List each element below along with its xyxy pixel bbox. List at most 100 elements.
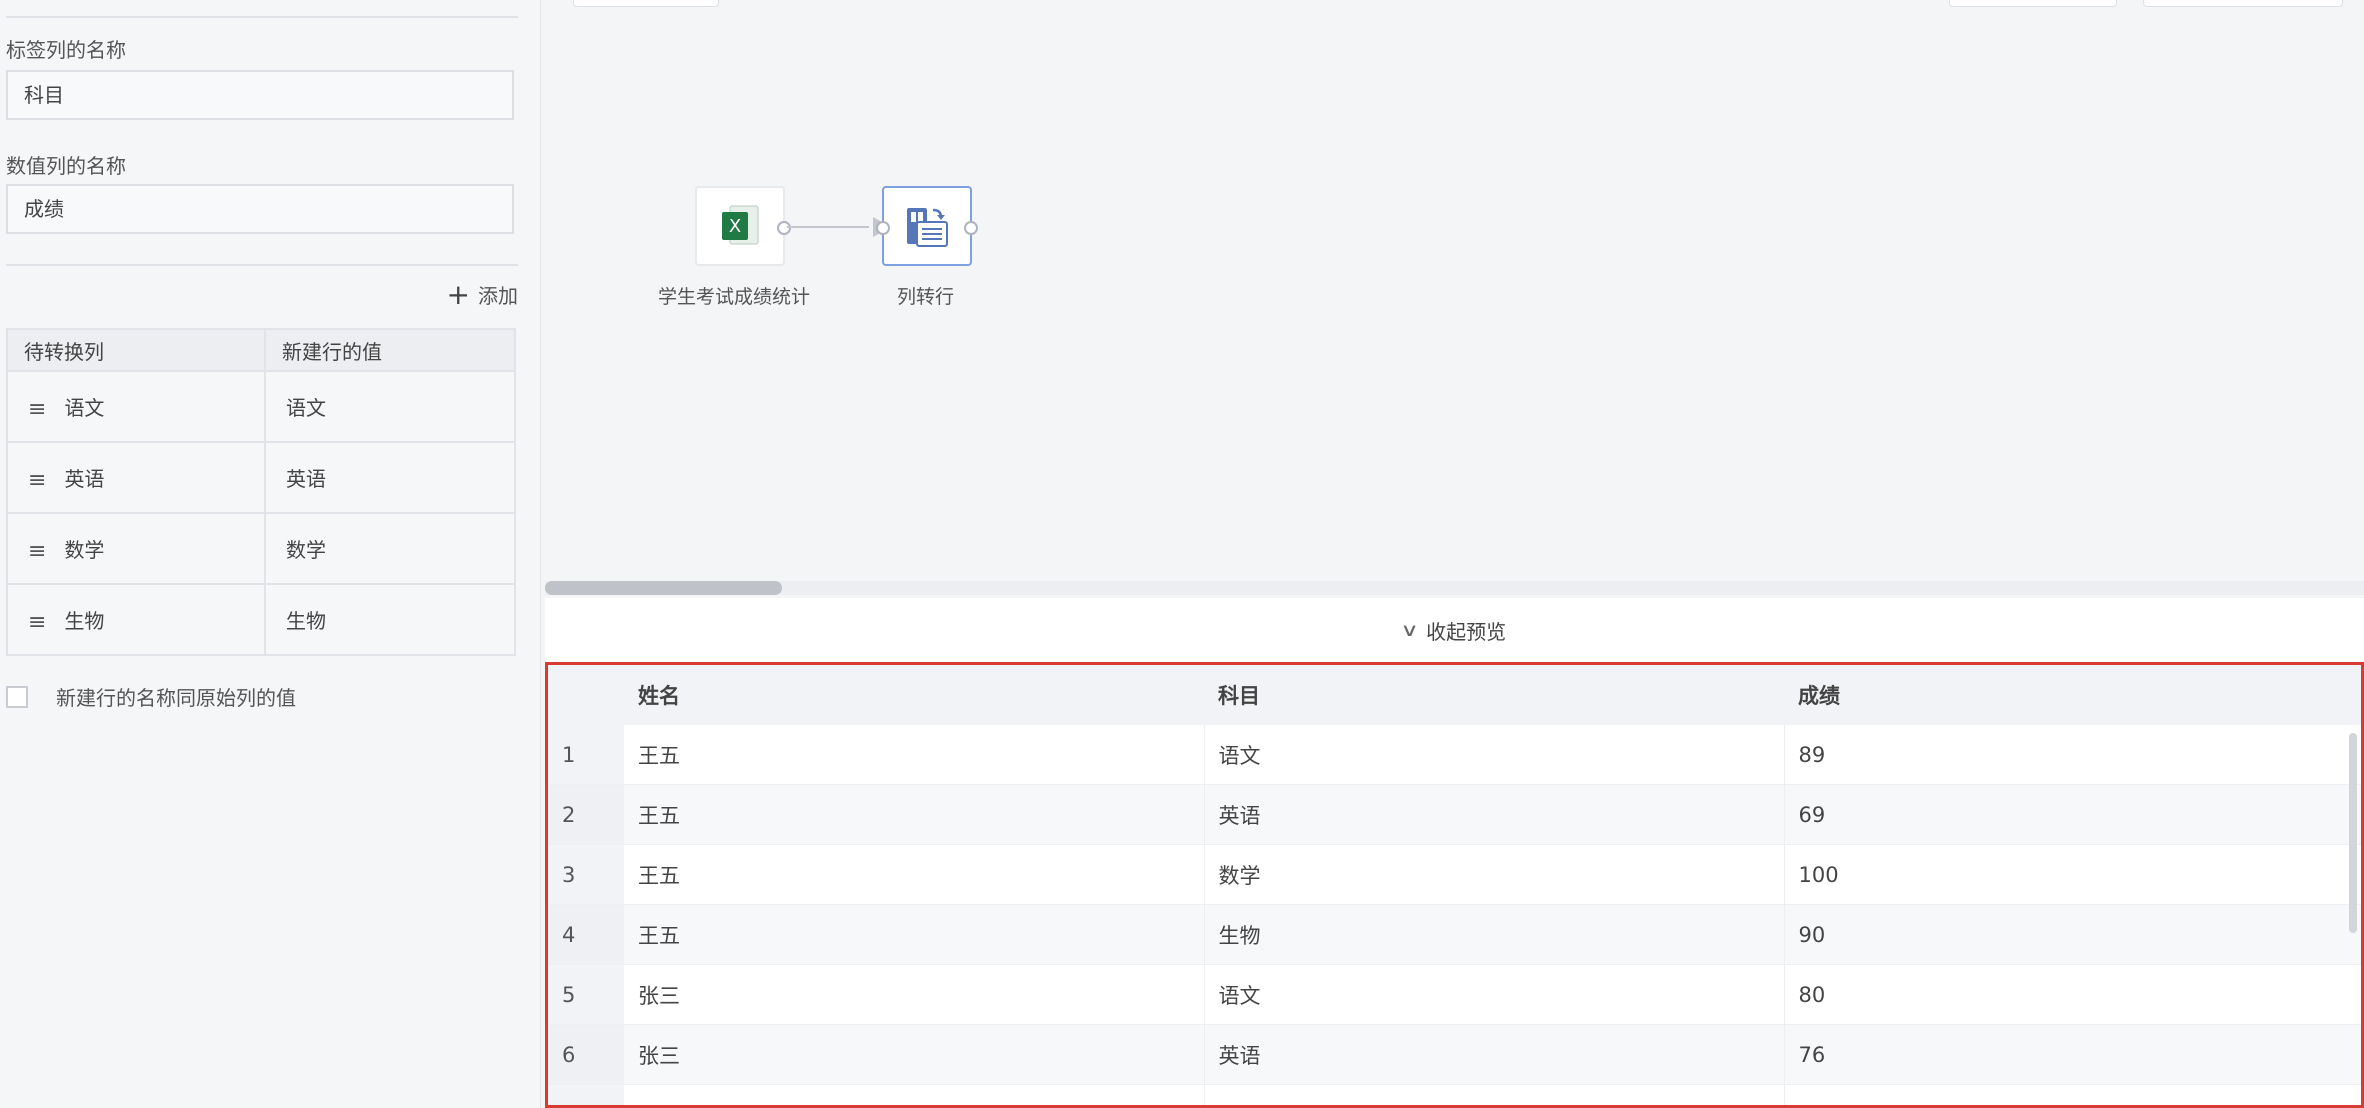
output-port[interactable]	[777, 221, 791, 235]
row-number: 3	[548, 844, 624, 905]
mapping-value-cell[interactable]: 生物	[264, 583, 516, 656]
row-number: 1	[548, 725, 624, 785]
mapping-column-cell[interactable]: ≡ 语文	[6, 370, 266, 443]
row-number-header	[548, 665, 624, 725]
output-port[interactable]	[964, 221, 978, 235]
cell-subject: 语文	[1204, 964, 1785, 1025]
drag-handle-icon[interactable]: ≡	[28, 397, 46, 422]
same-name-checkbox[interactable]	[6, 685, 28, 708]
cell-name: 王五	[624, 844, 1205, 905]
cell-name: 王五	[624, 784, 1205, 845]
row-number	[548, 1084, 624, 1105]
section-divider	[6, 264, 518, 266]
cell-subject: 英语	[1204, 784, 1785, 845]
mapping-column-name: 数学	[64, 537, 105, 562]
cell-subject: 数学	[1204, 844, 1785, 905]
cell-name: 张三	[624, 1024, 1205, 1085]
svg-text:X: X	[729, 216, 741, 237]
add-button[interactable]: + 添加	[447, 280, 518, 309]
cell-score: 90	[1784, 904, 2361, 965]
label-column-title: 标签列的名称	[6, 38, 126, 62]
edge-line	[787, 226, 869, 228]
preview-table: 姓名 科目 成绩 1 王五 语文 89 2 王五 英语 69 3 王五 数学 1…	[548, 665, 2361, 1105]
mapping-column-cell[interactable]: ≡ 数学	[6, 512, 266, 585]
mapping-value-cell[interactable]: 英语	[264, 441, 516, 514]
column-header-score[interactable]: 成绩	[1784, 665, 2361, 725]
transform-node[interactable]	[876, 186, 978, 266]
value-column-input[interactable]: 成绩	[6, 184, 514, 234]
mapping-row: ≡ 数学 数学	[6, 512, 516, 585]
source-node-label: 学生考试成绩统计	[658, 286, 811, 308]
row-number: 4	[548, 904, 624, 965]
mapping-column-cell[interactable]: ≡ 英语	[6, 441, 266, 514]
cell-name	[624, 1084, 1205, 1105]
row-number: 2	[548, 784, 624, 845]
collapse-preview-button[interactable]: ∨ 收起预览	[545, 598, 2364, 662]
drag-handle-icon[interactable]: ≡	[28, 468, 46, 493]
cell-score: 80	[1784, 964, 2361, 1025]
toolbar-button[interactable]	[2143, 0, 2343, 7]
mapping-row: ≡ 生物 生物	[6, 583, 516, 656]
mapping-row: ≡ 语文 语文	[6, 370, 516, 443]
top-divider	[6, 16, 518, 18]
transform-node-label: 列转行	[897, 286, 955, 308]
value-column-title: 数值列的名称	[6, 154, 126, 178]
transform-node-box[interactable]	[876, 186, 978, 266]
preview-table-panel: 姓名 科目 成绩 1 王五 语文 89 2 王五 英语 69 3 王五 数学 1…	[545, 662, 2364, 1108]
toolbar-button[interactable]	[573, 0, 719, 7]
mapping-column-name: 英语	[64, 466, 105, 491]
chevron-down-icon: ∨	[1400, 619, 1419, 641]
cell-score: 69	[1784, 784, 2361, 845]
add-button-label: 添加	[478, 284, 518, 308]
table-row-partial	[548, 1084, 2361, 1105]
mapping-header-column: 待转换列	[6, 328, 266, 372]
cell-score: 100	[1784, 844, 2361, 905]
column-header-name[interactable]: 姓名	[624, 665, 1204, 725]
table-row: 6 张三 英语 76	[548, 1024, 2361, 1085]
cell-name: 王五	[624, 904, 1205, 965]
flow-canvas[interactable]: X 学生考试成绩统计 列转行	[545, 0, 2364, 595]
collapse-preview-label: 收起预览	[1426, 619, 1507, 644]
input-port[interactable]	[876, 221, 890, 235]
label-column-input[interactable]: 科目	[6, 70, 514, 120]
table-row: 1 王五 语文 89	[548, 725, 2361, 785]
mapping-value-cell[interactable]: 数学	[264, 512, 516, 585]
mapping-column-name: 生物	[64, 608, 105, 633]
source-node[interactable]: X	[692, 186, 791, 266]
same-name-label: 新建行的名称同原始列的值	[56, 686, 296, 710]
column-header-subject[interactable]: 科目	[1204, 665, 1784, 725]
column-to-row-icon	[907, 208, 948, 247]
same-name-option[interactable]: 新建行的名称同原始列的值	[6, 682, 296, 711]
cell-name: 王五	[624, 725, 1205, 785]
source-node-box[interactable]: X	[695, 186, 791, 266]
drag-handle-icon[interactable]: ≡	[28, 539, 46, 564]
mapping-column-name: 语文	[64, 395, 105, 420]
scrollbar-thumb[interactable]	[545, 581, 782, 595]
preview-vertical-scrollbar[interactable]	[2349, 733, 2357, 933]
cell-subject	[1204, 1084, 1785, 1105]
mapping-value-cell[interactable]: 语文	[264, 370, 516, 443]
row-number: 6	[548, 1024, 624, 1085]
cell-subject: 英语	[1204, 1024, 1785, 1085]
excel-icon: X	[722, 205, 759, 245]
drag-handle-icon[interactable]: ≡	[28, 610, 46, 635]
mapping-table: 待转换列 新建行的值 ≡ 语文 语文 ≡ 英语 英语 ≡ 数学 数学 ≡ 生物 …	[6, 328, 516, 656]
cell-score	[1784, 1084, 2361, 1105]
table-row: 3 王五 数学 100	[548, 844, 2361, 905]
cell-subject: 生物	[1204, 904, 1785, 965]
cell-subject: 语文	[1204, 725, 1785, 785]
canvas-horizontal-scrollbar[interactable]	[545, 581, 2364, 595]
cell-name: 张三	[624, 964, 1205, 1025]
row-number: 5	[548, 964, 624, 1025]
table-row: 2 王五 英语 69	[548, 784, 2361, 845]
cell-score: 76	[1784, 1024, 2361, 1085]
mapping-row: ≡ 英语 英语	[6, 441, 516, 514]
plus-icon: +	[446, 277, 470, 311]
table-row: 4 王五 生物 90	[548, 904, 2361, 965]
mapping-header-value: 新建行的值	[264, 328, 516, 372]
cell-score: 89	[1784, 725, 2361, 785]
config-panel: 标签列的名称 科目 数值列的名称 成绩 + 添加 待转换列 新建行的值 ≡ 语文 …	[0, 0, 541, 1108]
mapping-column-cell[interactable]: ≡ 生物	[6, 583, 266, 656]
toolbar-button[interactable]	[1949, 0, 2117, 7]
table-row: 5 张三 语文 80	[548, 964, 2361, 1025]
